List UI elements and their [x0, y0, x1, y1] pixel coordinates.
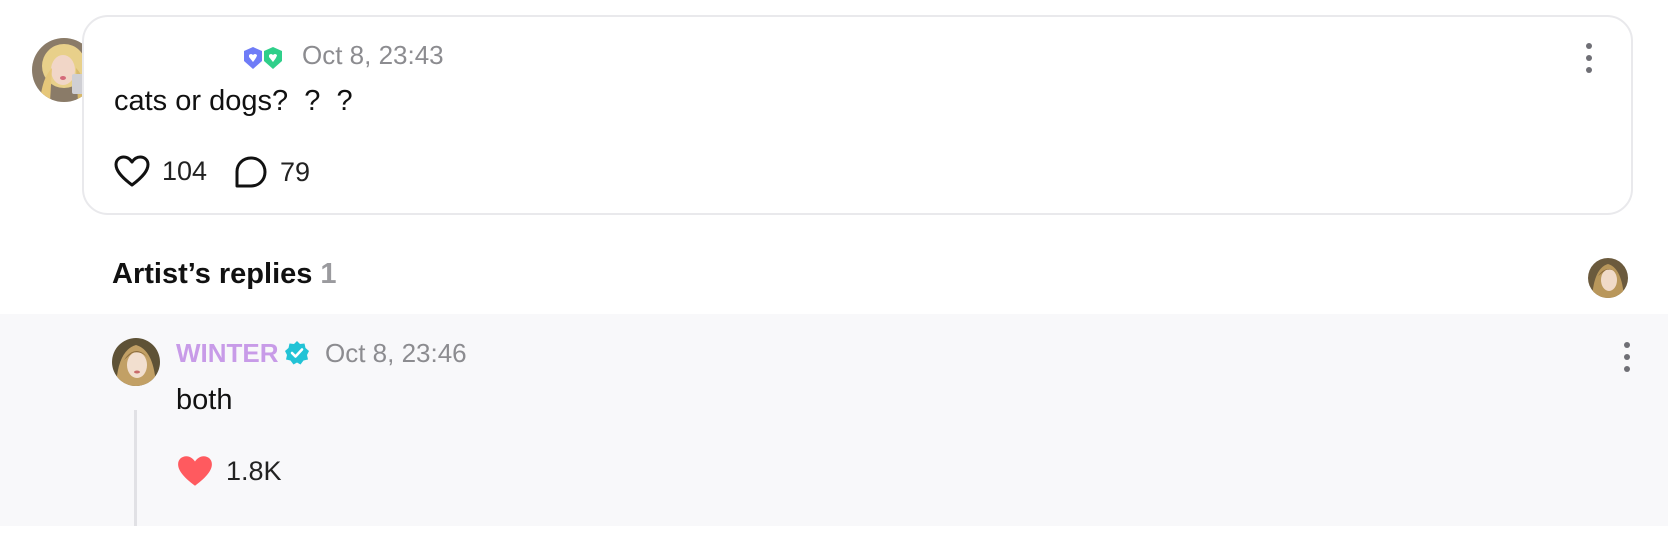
membership-badges-icon: [244, 47, 282, 69]
post-comment-button[interactable]: 79: [234, 155, 310, 189]
reply-more-options-icon[interactable]: [1622, 342, 1632, 372]
artist-avatar-small[interactable]: [1588, 258, 1628, 298]
post-more-options-icon[interactable]: [1584, 43, 1594, 73]
reply-author-name[interactable]: WINTER: [176, 338, 279, 369]
reply-like-count: 1.8K: [226, 455, 282, 486]
post-timestamp: Oct 8, 23:43: [302, 40, 444, 70]
artist-replies-count: 1: [320, 258, 337, 290]
post-comment-count: 79: [280, 156, 311, 187]
comment-bubble-icon: [235, 156, 267, 188]
reply-author-avatar[interactable]: [112, 338, 160, 386]
heart-outline-icon: [114, 155, 150, 187]
reply-thread-line: [134, 410, 137, 526]
reply-timestamp: Oct 8, 23:46: [325, 338, 467, 368]
artist-replies-heading: Artist’s replies 1: [112, 258, 337, 291]
artist-replies-title: Artist’s replies: [112, 258, 313, 290]
heart-filled-icon: [178, 456, 212, 486]
reply-like-button[interactable]: 1.8K: [176, 454, 282, 488]
verified-icon: [285, 341, 309, 365]
post-card[interactable]: Oct 8, 23:43 cats or dogs? ? ? 104 79: [82, 15, 1633, 215]
artist-reply[interactable]: WINTER Oct 8, 23:46 both 1.8K: [0, 314, 1668, 526]
post-like-button[interactable]: 104: [114, 155, 207, 187]
post-like-count: 104: [162, 155, 208, 186]
post-text: cats or dogs? ? ?: [114, 85, 353, 117]
reply-text: both: [176, 384, 233, 416]
